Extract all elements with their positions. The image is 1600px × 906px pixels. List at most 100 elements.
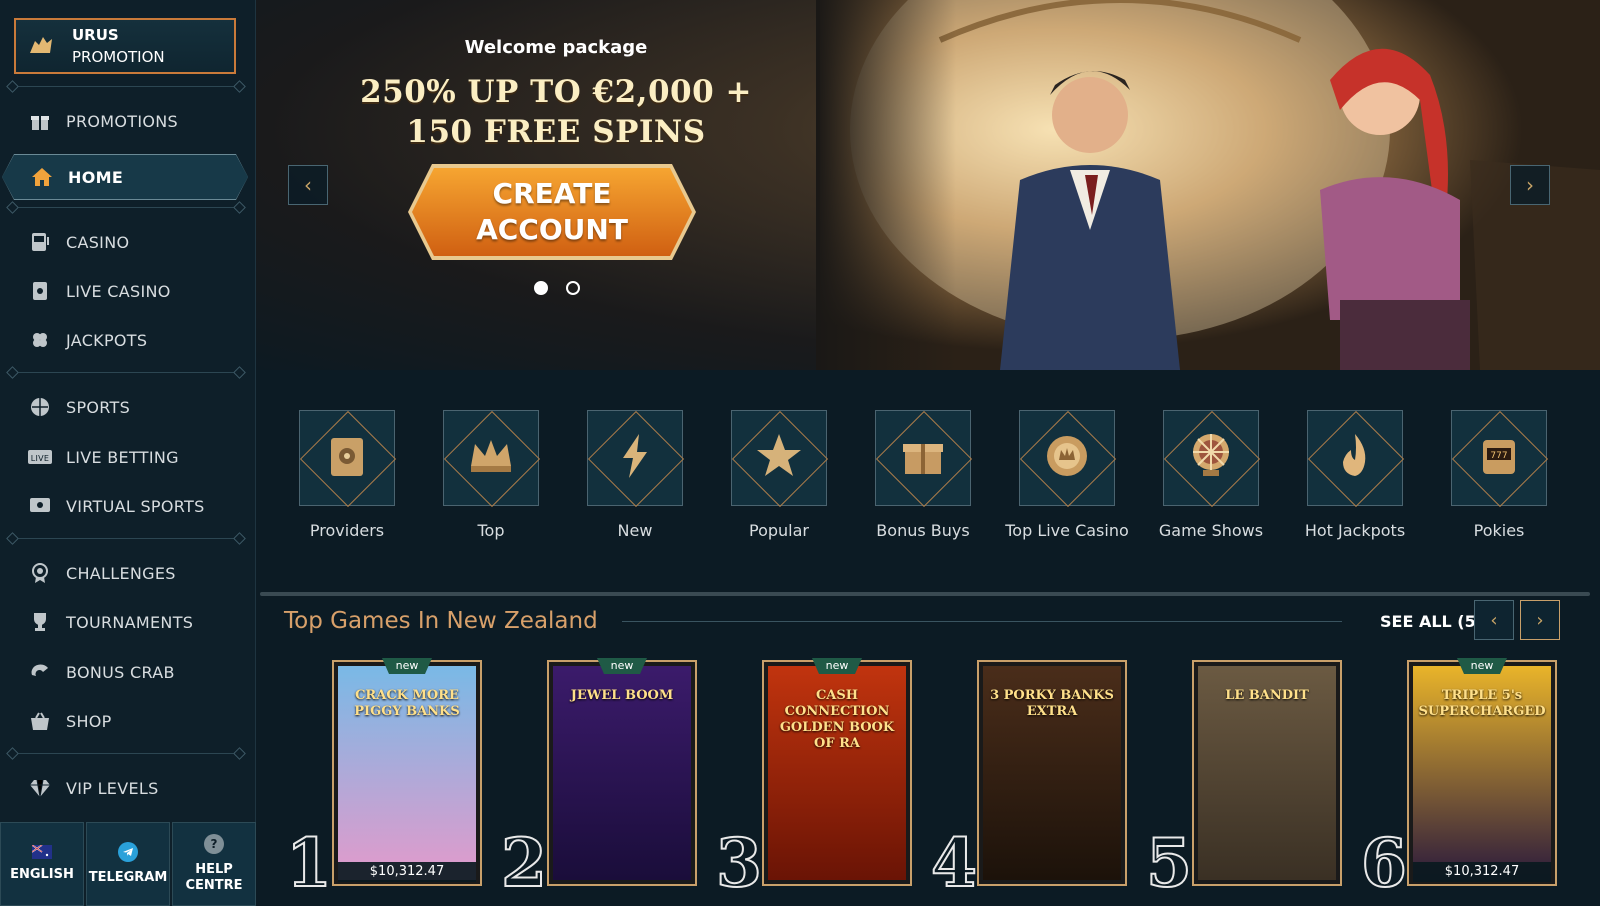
sidebar: URUS PROMOTION PROMOTIONS HOME CASINO LI… bbox=[0, 0, 256, 906]
new-badge: new bbox=[1457, 658, 1507, 674]
category-game-shows[interactable]: Game Shows bbox=[1139, 410, 1283, 542]
urus-promotion-badge[interactable]: URUS PROMOTION bbox=[14, 18, 236, 74]
category-label: Game Shows bbox=[1158, 521, 1264, 540]
games-prev-button[interactable]: ‹ bbox=[1474, 600, 1514, 640]
telegram-button[interactable]: TELEGRAM bbox=[86, 822, 170, 906]
category-hot-jackpots[interactable]: Hot Jackpots bbox=[1283, 410, 1427, 542]
live-tag-icon: LIVE bbox=[28, 445, 52, 469]
svg-text:777: 777 bbox=[1490, 451, 1507, 461]
game-card[interactable]: 6 TRIPLE 5's SUPERCHARGED new $10,312.47 bbox=[1360, 658, 1557, 903]
book-gear-icon bbox=[319, 428, 375, 488]
hero-prev-button[interactable]: ‹ bbox=[288, 165, 328, 205]
sidebar-item-vip-levels[interactable]: VIP LEVELS bbox=[0, 766, 248, 810]
game-thumbnail-frame: TRIPLE 5's SUPERCHARGED bbox=[1407, 660, 1557, 886]
game-title: JEWEL BOOM bbox=[570, 688, 674, 703]
crown-icon bbox=[463, 428, 519, 488]
top-games-header: Top Games In New Zealand SEE ALL (576) ‹… bbox=[256, 600, 1600, 644]
sidebar-item-sports[interactable]: SPORTS bbox=[0, 385, 248, 429]
category-top-live-casino[interactable]: Top Live Casino bbox=[995, 410, 1139, 542]
sidebar-item-shop[interactable]: SHOP bbox=[0, 699, 248, 743]
sidebar-divider bbox=[10, 372, 242, 373]
category-top[interactable]: Top bbox=[419, 410, 563, 542]
category-label: Top bbox=[477, 521, 505, 540]
slot-machine-icon bbox=[28, 230, 52, 254]
jackpot-amount: $10,312.47 bbox=[338, 862, 476, 882]
headline-line-1: 250% UP TO €2,000 + bbox=[360, 74, 752, 110]
sidebar-item-label: JACKPOTS bbox=[66, 330, 148, 350]
title-divider bbox=[622, 621, 1342, 622]
category-bonus-buys[interactable]: Bonus Buys bbox=[851, 410, 995, 542]
category-tile bbox=[875, 410, 971, 506]
svg-text:LIVE: LIVE bbox=[31, 454, 50, 463]
sidebar-item-bonus-crab[interactable]: BONUS CRAB bbox=[0, 650, 248, 694]
sidebar-item-label: PROMOTIONS bbox=[66, 111, 178, 131]
home-icon bbox=[30, 165, 54, 189]
sidebar-item-jackpots[interactable]: JACKPOTS bbox=[0, 318, 248, 362]
scroll-indicator[interactable] bbox=[260, 592, 1590, 596]
games-next-button[interactable]: › bbox=[1520, 600, 1560, 640]
category-popular[interactable]: Popular bbox=[707, 410, 851, 542]
diamond-icon bbox=[28, 776, 52, 800]
category-pokies[interactable]: 777 Pokies bbox=[1427, 410, 1571, 542]
sidebar-item-label: LIVE CASINO bbox=[66, 281, 171, 301]
promo-label: PROMOTION bbox=[72, 48, 165, 66]
sidebar-item-casino[interactable]: CASINO bbox=[0, 220, 248, 264]
slot-icon: 777 bbox=[1471, 428, 1527, 488]
sidebar-item-label: SPORTS bbox=[66, 397, 131, 417]
category-providers[interactable]: Providers bbox=[275, 410, 419, 542]
game-thumbnail: LE BANDIT bbox=[1198, 666, 1336, 880]
game-card[interactable]: 2 JEWEL BOOM new bbox=[500, 658, 697, 903]
telegram-label: TELEGRAM bbox=[88, 870, 168, 885]
category-label: Popular bbox=[749, 521, 809, 540]
top-games-title: Top Games In New Zealand bbox=[284, 608, 598, 634]
new-badge: new bbox=[382, 658, 432, 674]
sidebar-divider bbox=[10, 207, 242, 208]
game-thumbnail: JEWEL BOOM bbox=[553, 666, 691, 880]
sidebar-divider bbox=[10, 753, 242, 754]
sidebar-item-live-casino[interactable]: LIVE CASINO bbox=[0, 269, 248, 313]
sidebar-item-virtual-sports[interactable]: VIRTUAL SPORTS bbox=[0, 484, 248, 528]
virtual-screen-icon bbox=[28, 494, 52, 518]
sidebar-item-label: TOURNAMENTS bbox=[66, 612, 194, 632]
carousel-dot-1[interactable] bbox=[534, 281, 548, 295]
game-title: TRIPLE 5's SUPERCHARGED bbox=[1418, 688, 1546, 719]
category-label: Hot Jackpots bbox=[1304, 521, 1406, 540]
game-card[interactable]: 5 LE BANDIT bbox=[1145, 660, 1342, 903]
sidebar-divider bbox=[10, 86, 242, 87]
game-thumbnail-frame: CRACK MORE PIGGY BANKS bbox=[332, 660, 482, 886]
clover-icon bbox=[28, 328, 52, 352]
hero-next-button[interactable]: › bbox=[1510, 165, 1550, 205]
sidebar-item-label: CHALLENGES bbox=[66, 563, 176, 583]
sidebar-item-home[interactable]: HOME bbox=[2, 155, 248, 199]
sidebar-item-tournaments[interactable]: TOURNAMENTS bbox=[0, 600, 248, 644]
lightning-icon bbox=[607, 428, 663, 488]
flag-icon bbox=[32, 845, 52, 859]
create-account-button[interactable]: CREATE ACCOUNT bbox=[412, 168, 692, 256]
trophy-icon bbox=[28, 610, 52, 634]
game-thumbnail-frame: JEWEL BOOM bbox=[547, 660, 697, 886]
game-thumbnail: CASH CONNECTION GOLDEN BOOK OF RA bbox=[768, 666, 906, 880]
category-new[interactable]: New bbox=[563, 410, 707, 542]
game-thumbnail-frame: 3 PORKY BANKS EXTRA bbox=[977, 660, 1127, 886]
sidebar-item-challenges[interactable]: CHALLENGES bbox=[0, 551, 248, 595]
sidebar-divider bbox=[10, 538, 242, 539]
wheel-icon bbox=[1183, 428, 1239, 488]
game-card[interactable]: 3 CASH CONNECTION GOLDEN BOOK OF RA new bbox=[715, 658, 912, 903]
gift-box-icon bbox=[895, 428, 951, 488]
game-card[interactable]: 4 3 PORKY BANKS EXTRA bbox=[930, 660, 1127, 903]
language-button[interactable]: ENGLISH bbox=[0, 822, 84, 906]
sidebar-item-live-betting[interactable]: LIVE LIVE BETTING bbox=[0, 435, 248, 479]
chevron-right-icon: › bbox=[1526, 173, 1534, 197]
welcome-title: Welcome package bbox=[464, 37, 648, 58]
game-rank: 3 bbox=[715, 823, 763, 903]
sidebar-item-promotions[interactable]: PROMOTIONS bbox=[0, 99, 248, 143]
game-rank: 1 bbox=[285, 823, 333, 903]
star-icon bbox=[751, 428, 807, 488]
language-label: ENGLISH bbox=[10, 867, 74, 882]
chip-icon bbox=[1039, 428, 1095, 488]
cta-line-2: ACCOUNT bbox=[476, 213, 628, 246]
category-tile bbox=[299, 410, 395, 506]
carousel-dot-2[interactable] bbox=[566, 281, 580, 295]
game-card[interactable]: 1 CRACK MORE PIGGY BANKS new $10,312.47 bbox=[285, 658, 482, 903]
help-centre-button[interactable]: ? HELP CENTRE bbox=[172, 822, 256, 906]
